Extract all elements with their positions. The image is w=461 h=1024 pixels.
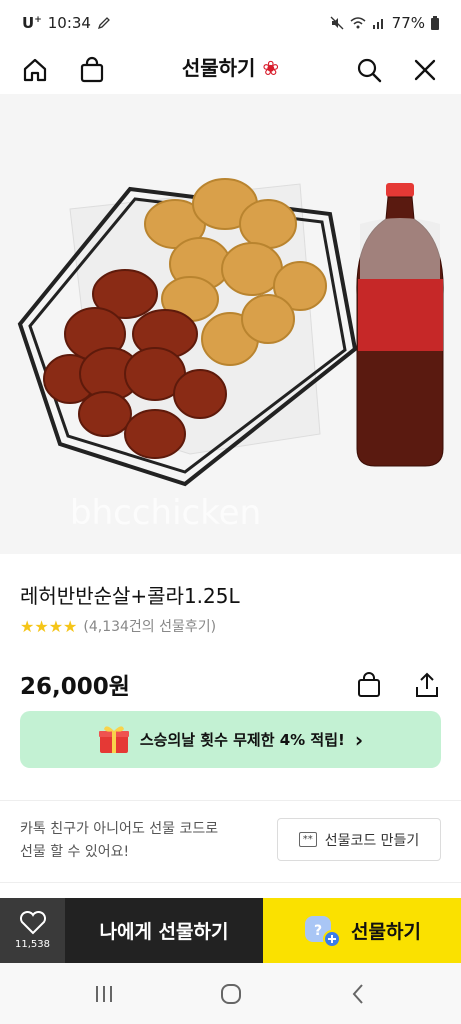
divider [0, 882, 461, 883]
recent-apps-button[interactable] [84, 974, 124, 1014]
gift-button[interactable]: ? 선물하기 [263, 898, 461, 963]
share-icon [416, 672, 438, 697]
battery-label: 77% [391, 14, 425, 32]
clock: 10:34 [47, 14, 91, 32]
recent-apps-icon [95, 985, 112, 1002]
product-image: bhcchicken [0, 94, 461, 554]
promo-banner[interactable]: 스승의날 횟수 무제한 4% 적립! › [20, 711, 441, 768]
rating-row[interactable]: ★★★★ (4,134건의 선물후기) [20, 616, 216, 636]
code-icon: ** [298, 832, 317, 847]
gift-code-description: 카톡 친구가 아니어도 선물 코드로 선물 할 수 있어요! [20, 821, 219, 860]
gift-icon [98, 725, 129, 753]
home-nav-button[interactable] [211, 974, 251, 1014]
search-button[interactable] [352, 53, 386, 87]
page-title: 선물하기 ❀ [181, 56, 280, 80]
like-button[interactable]: 11,538 [0, 898, 65, 963]
pencil-icon [97, 17, 110, 30]
make-gift-code-button[interactable]: ** 선물코드 만들기 [277, 818, 441, 861]
shopping-bag-icon [358, 672, 380, 697]
close-button[interactable] [408, 53, 442, 87]
home-circle-icon [220, 983, 241, 1004]
carrier-label: U+ [22, 14, 42, 32]
wishlist-bag-button[interactable] [352, 668, 386, 702]
gift-to-self-button[interactable]: 나에게 선물하기 [65, 898, 263, 963]
battery-icon [431, 16, 439, 30]
top-bar: 선물하기 ❀ [0, 46, 461, 94]
make-gift-code-label: 선물코드 만들기 [324, 832, 420, 849]
cola-bottle [356, 183, 444, 467]
mute-icon [330, 16, 344, 30]
product-name: 레허반반순살+콜라1.25L [20, 584, 240, 608]
heart-icon [19, 911, 46, 935]
status-bar: U+ 10:34 77% [0, 0, 461, 46]
product-illustration: bhcchicken [17, 178, 444, 533]
close-icon [414, 59, 436, 81]
add-friend-icon: ? [305, 915, 342, 948]
promo-text: 스승의날 횟수 무제한 4% 적립! [139, 731, 345, 749]
gift-box-button[interactable] [75, 53, 109, 87]
svg-text:bhcchicken: bhcchicken [70, 493, 261, 533]
chevron-right-icon: › [354, 727, 364, 752]
system-nav-bar [0, 963, 461, 1024]
svg-text:?: ? [314, 923, 322, 939]
star-rating: ★★★★ [20, 616, 78, 636]
back-icon [352, 983, 363, 1004]
bottom-action-bar: 11,538 나에게 선물하기 ? 선물하기 [0, 898, 461, 963]
back-nav-button[interactable] [338, 974, 378, 1014]
home-icon [23, 58, 47, 82]
home-button[interactable] [18, 53, 52, 87]
review-count[interactable]: (4,134건의 선물후기) [83, 616, 216, 636]
flower-icon: ❀ [262, 56, 280, 80]
wifi-icon [350, 17, 366, 29]
search-icon [357, 58, 382, 83]
signal-icon [372, 19, 383, 29]
like-count: 11,538 [15, 939, 50, 950]
shopping-bag-icon [80, 56, 104, 83]
divider [0, 800, 461, 801]
share-button[interactable] [410, 668, 444, 702]
price: 26,000원 [20, 674, 130, 700]
